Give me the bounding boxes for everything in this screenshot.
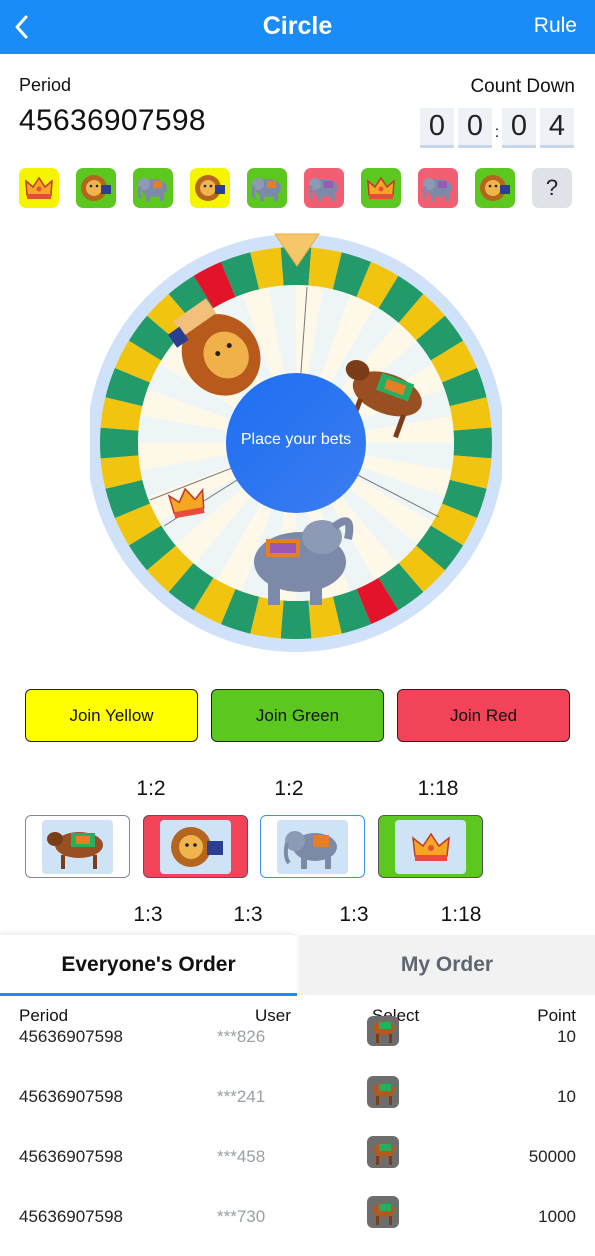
countdown-label: Count Down bbox=[470, 76, 575, 97]
countdown-separator: : bbox=[494, 124, 500, 141]
wheel-segment bbox=[280, 600, 312, 639]
row-user: ***730 bbox=[217, 1207, 266, 1226]
wheel-center-label: Place your bets bbox=[240, 431, 352, 448]
cow-icon bbox=[46, 831, 103, 869]
join-red-button[interactable]: Join Red bbox=[397, 689, 570, 742]
row-point: 10 bbox=[557, 1027, 576, 1046]
history-item-elephant bbox=[133, 168, 173, 208]
column-header-point: Point bbox=[537, 1006, 576, 1025]
lion-icon bbox=[170, 826, 223, 867]
cow-icon bbox=[367, 1076, 399, 1108]
join-green-button[interactable]: Join Green bbox=[211, 689, 384, 742]
row-point: 50000 bbox=[528, 1147, 576, 1166]
history-item-lion bbox=[190, 168, 230, 208]
odds-label: 1:2 bbox=[136, 777, 166, 800]
tab-everyones-order[interactable]: Everyone's Order bbox=[0, 935, 297, 995]
bet-option-lion[interactable] bbox=[143, 815, 248, 878]
countdown-digit: 0 bbox=[502, 108, 536, 148]
wheel-segment bbox=[100, 427, 139, 459]
elephant-icon bbox=[251, 178, 281, 201]
period-label: Period bbox=[19, 75, 72, 95]
countdown-digit: 0 bbox=[458, 108, 492, 148]
row-user: ***241 bbox=[217, 1087, 266, 1106]
row-period: 45636907598 bbox=[19, 1027, 124, 1046]
history-item-elephant bbox=[304, 168, 344, 208]
order-tabs: Everyone's Order My Order bbox=[0, 935, 595, 997]
odds-label: 1:3 bbox=[233, 903, 263, 926]
elephant-icon bbox=[308, 178, 338, 201]
tab-my-order[interactable]: My Order bbox=[299, 935, 595, 995]
history-item-lion bbox=[475, 168, 515, 208]
result-history: ? bbox=[19, 168, 572, 208]
row-period: 45636907598 bbox=[19, 1207, 124, 1226]
history-item-crown bbox=[19, 168, 59, 208]
bet-option-crown[interactable] bbox=[378, 815, 483, 878]
bet-option-cow[interactable] bbox=[25, 815, 130, 878]
row-user: ***826 bbox=[217, 1027, 266, 1046]
join-yellow-button[interactable]: Join Yellow bbox=[25, 689, 198, 742]
row-period: 45636907598 bbox=[19, 1147, 124, 1166]
crown-icon bbox=[411, 832, 450, 861]
crown-icon bbox=[25, 176, 53, 199]
odds-label: 1:3 bbox=[339, 903, 369, 926]
elephant-icon bbox=[283, 830, 337, 869]
app-header: Circle Rule bbox=[0, 0, 595, 54]
wheel-segment bbox=[453, 427, 492, 459]
rule-link[interactable]: Rule bbox=[534, 14, 577, 38]
countdown-digit: 4 bbox=[540, 108, 574, 148]
history-item-crown bbox=[361, 168, 401, 208]
period-value: 45636907598 bbox=[19, 104, 206, 137]
elephant-icon bbox=[137, 178, 167, 201]
history-item-lion bbox=[76, 168, 116, 208]
betting-wheel: Place your bets bbox=[87, 232, 505, 652]
cow-icon bbox=[367, 1136, 399, 1168]
odds-label: 1:3 bbox=[133, 903, 163, 926]
cow-icon bbox=[367, 1016, 399, 1046]
page-title: Circle bbox=[262, 12, 333, 40]
history-item-elephant bbox=[418, 168, 458, 208]
cow-icon bbox=[367, 1196, 399, 1228]
countdown-timer: 0 0 : 0 4 bbox=[416, 108, 574, 148]
column-header-user: User bbox=[255, 1006, 291, 1025]
lion-icon bbox=[480, 175, 510, 201]
lion-icon bbox=[195, 175, 225, 201]
bet-option-elephant[interactable] bbox=[260, 815, 365, 878]
countdown-digit: 0 bbox=[420, 108, 454, 148]
column-header-period: Period bbox=[19, 1006, 69, 1025]
crown-icon bbox=[367, 176, 395, 199]
odds-label: 1:18 bbox=[440, 903, 482, 926]
row-user: ***458 bbox=[217, 1147, 266, 1166]
odds-label: 1:18 bbox=[417, 777, 459, 800]
history-item-elephant bbox=[247, 168, 287, 208]
row-point: 1000 bbox=[538, 1207, 576, 1226]
odds-label: 1:2 bbox=[274, 777, 304, 800]
history-item-pending: ? bbox=[532, 168, 572, 208]
active-tab-indicator bbox=[0, 993, 297, 996]
lion-icon bbox=[81, 175, 111, 201]
elephant-icon bbox=[422, 178, 452, 201]
row-period: 45636907598 bbox=[19, 1087, 124, 1106]
row-point: 10 bbox=[557, 1087, 576, 1106]
